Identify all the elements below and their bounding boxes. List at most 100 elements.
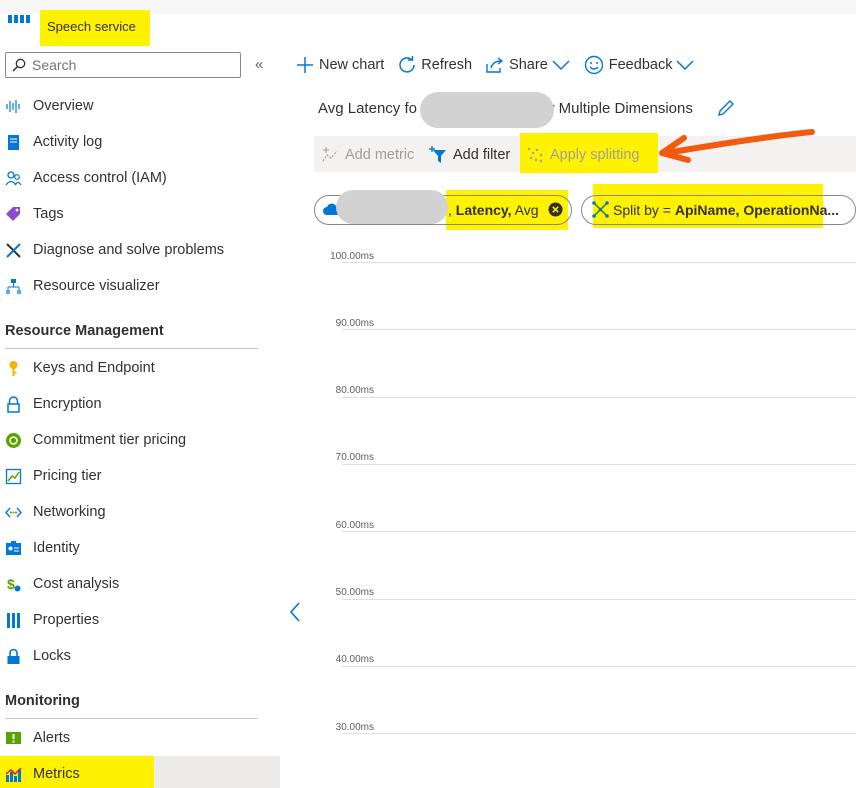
networking-icon — [5, 504, 22, 521]
sidebar-item-resource-visualizer[interactable]: Resource visualizer — [0, 268, 280, 304]
sidebar-item-label: Commitment tier pricing — [33, 432, 187, 448]
gridline — [342, 599, 856, 600]
sidebar-item-identity[interactable]: Identity — [0, 530, 280, 566]
metrics-icon — [5, 766, 22, 783]
split-pill-dimensions: ApiName, OperationNa... — [674, 202, 840, 218]
search-box[interactable] — [5, 52, 241, 78]
share-label: Share — [509, 57, 548, 73]
y-tick-label: 60.00ms — [335, 520, 374, 531]
sidebar-item-cost-analysis[interactable]: $ Cost analysis — [0, 566, 280, 602]
sidebar-item-metrics[interactable]: Metrics — [0, 756, 280, 788]
chevron-down-icon — [552, 60, 570, 70]
metric-pill-aggregation: Avg — [514, 202, 539, 218]
sidebar-item-label: Resource visualizer — [33, 278, 160, 294]
plus-icon — [297, 57, 313, 73]
app-window: Speech service « Overview Activity log — [0, 0, 856, 788]
add-metric-label: Add metric — [345, 146, 415, 163]
sidebar-item-commitment-tier[interactable]: Commitment tier pricing — [0, 422, 280, 458]
feedback-label: Feedback — [608, 57, 673, 73]
y-tick-label: 30.00ms — [335, 722, 374, 733]
chart-title-start: Avg Latency fo — [318, 100, 417, 117]
refresh-icon — [399, 56, 416, 73]
resource-visualizer-icon — [5, 278, 22, 295]
service-title: Speech service — [40, 10, 150, 46]
key-icon — [5, 360, 22, 377]
sidebar-item-encryption[interactable]: Encryption — [0, 386, 280, 422]
access-control-icon — [5, 170, 22, 187]
cost-analysis-icon: $ — [5, 576, 22, 593]
add-metric-button[interactable]: Add metric — [322, 146, 414, 163]
svg-text:$: $ — [7, 576, 15, 592]
sidebar-item-diagnose[interactable]: Diagnose and solve problems — [0, 232, 280, 268]
refresh-label: Refresh — [421, 57, 473, 73]
sidebar-item-overview[interactable]: Overview — [0, 88, 280, 124]
new-chart-button[interactable]: New chart — [296, 56, 384, 74]
feedback-button[interactable]: Feedback — [584, 55, 695, 75]
y-tick-label: 80.00ms — [335, 385, 374, 396]
gridline — [342, 733, 856, 734]
sidebar-item-access-control[interactable]: Access control (IAM) — [0, 160, 280, 196]
chevron-down-icon — [676, 60, 694, 70]
commitment-icon — [5, 432, 22, 449]
y-tick-label: 90.00ms — [335, 318, 374, 329]
properties-icon — [5, 612, 22, 629]
lock-icon — [5, 395, 22, 413]
sidebar-item-label: Cost analysis — [33, 576, 120, 592]
add-metric-icon — [322, 147, 338, 162]
filter-icon — [429, 146, 446, 163]
smiley-icon — [584, 55, 603, 75]
redaction-blur — [420, 92, 554, 128]
sidebar-item-label: Tags — [33, 206, 64, 222]
sidebar-item-keys-endpoint[interactable]: Keys and Endpoint — [0, 350, 280, 386]
search-input[interactable] — [32, 57, 222, 73]
add-filter-button[interactable]: Add filter — [429, 146, 510, 164]
portal-logo-icon — [8, 15, 30, 23]
section-divider — [5, 348, 258, 349]
collapse-sidebar-button[interactable]: « — [255, 56, 263, 73]
split-dimensions-icon — [592, 201, 609, 218]
sidebar-item-label: Properties — [33, 612, 100, 628]
apply-splitting-button[interactable]: Apply splitting — [527, 146, 639, 163]
gridline — [342, 262, 856, 263]
y-tick-label: 50.00ms — [335, 587, 374, 598]
sidebar-item-label: Access control (IAM) — [33, 170, 167, 186]
section-header-monitoring: Monitoring — [5, 693, 80, 709]
diagnose-icon — [5, 242, 22, 259]
edit-pencil-icon[interactable] — [716, 98, 736, 118]
sidebar-item-label: Locks — [33, 648, 71, 664]
pricing-tier-icon — [5, 468, 22, 485]
annotation-arrow — [659, 129, 815, 163]
remove-metric-icon[interactable] — [548, 202, 563, 217]
gridline — [342, 329, 856, 330]
y-tick-label: 40.00ms — [335, 654, 374, 665]
redaction-blur — [336, 190, 448, 224]
metric-pill-prefix: , — [448, 202, 452, 218]
sidebar-item-properties[interactable]: Properties — [0, 602, 280, 638]
command-bar: New chart Refresh Share Feedback — [296, 50, 708, 80]
sidebar-item-networking[interactable]: Networking — [0, 494, 280, 530]
sidebar-item-label: Diagnose and solve problems — [33, 242, 225, 258]
sidebar-item-locks[interactable]: Locks — [0, 638, 280, 674]
y-tick-label: 70.00ms — [335, 452, 374, 463]
activity-log-icon — [5, 134, 22, 151]
sidebar-item-label: Pricing tier — [33, 468, 102, 484]
share-button[interactable]: Share — [486, 56, 570, 74]
sidebar-item-tags[interactable]: Tags — [0, 196, 280, 232]
split-pill-text: Split by = ApiName, OperationNa... — [613, 202, 839, 218]
collapse-panel-chevron-icon[interactable] — [288, 600, 302, 624]
new-chart-label: New chart — [319, 57, 385, 73]
apply-splitting-label: Apply splitting — [550, 146, 640, 163]
sidebar-item-alerts[interactable]: Alerts — [0, 720, 280, 756]
splitting-icon — [527, 147, 543, 163]
sidebar-item-label: Alerts — [33, 730, 71, 746]
sidebar-item-activity-log[interactable]: Activity log — [0, 124, 280, 160]
locks-icon — [5, 648, 22, 665]
share-icon — [486, 57, 504, 73]
sidebar: « Overview Activity log Access control (… — [0, 46, 280, 788]
sidebar-item-label: Identity — [33, 540, 80, 556]
refresh-button[interactable]: Refresh — [398, 56, 472, 74]
sidebar-item-label: Metrics — [33, 766, 80, 782]
y-tick-label: 100.00ms — [330, 251, 374, 262]
section-header-resource-management: Resource Management — [5, 323, 164, 339]
sidebar-item-pricing-tier[interactable]: Pricing tier — [0, 458, 280, 494]
